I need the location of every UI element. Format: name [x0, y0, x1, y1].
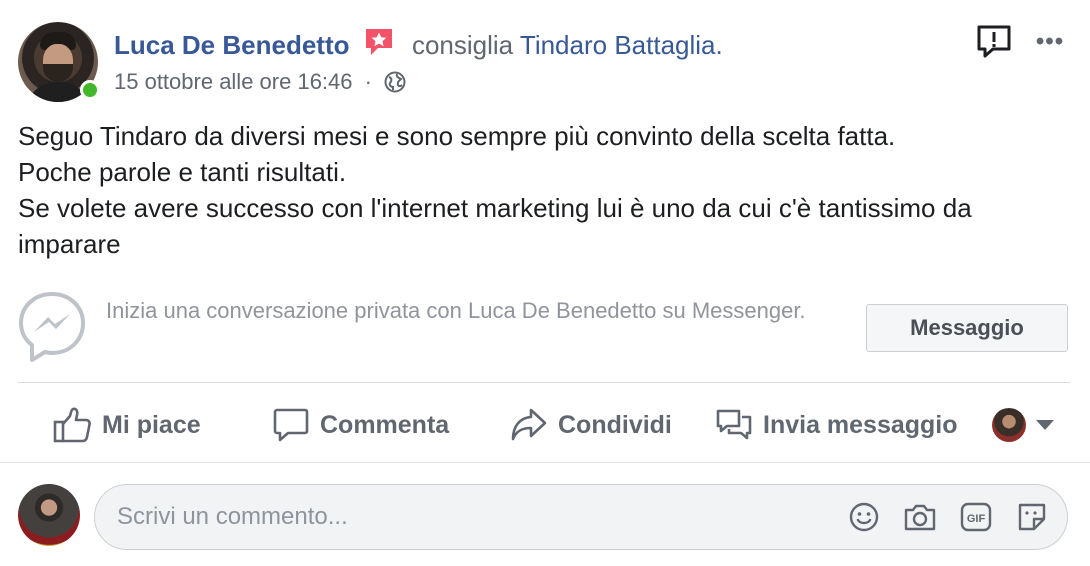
divider: [0, 462, 1090, 463]
post-timestamp[interactable]: 15 ottobre alle ore 16:46: [114, 69, 353, 94]
share-icon: [511, 408, 547, 441]
emoji-icon[interactable]: [847, 498, 881, 536]
viewer-avatar: [18, 484, 80, 546]
online-status-indicator: [80, 80, 100, 100]
post-line: Poche parole e tanti risultati.: [18, 157, 347, 187]
send-message-button[interactable]: Invia messaggio: [715, 396, 958, 454]
svg-text:GIF: GIF: [967, 513, 986, 525]
star-badge-icon: [363, 26, 395, 66]
composer-tools: GIF: [847, 498, 1049, 536]
messenger-prompt-text: Inizia una conversazione privata con Luc…: [106, 298, 806, 323]
camera-icon[interactable]: [903, 498, 937, 536]
thumbs-up-icon: [53, 407, 91, 443]
message-button[interactable]: Messaggio: [866, 304, 1068, 352]
chevron-down-icon: [1036, 420, 1054, 430]
like-label: Mi piace: [102, 410, 201, 439]
author-name-link[interactable]: Luca De Benedetto: [114, 30, 350, 60]
send-message-icon: [716, 409, 752, 440]
globe-icon[interactable]: [384, 71, 406, 100]
comment-composer: Scrivi un commento... GIF: [18, 484, 1070, 550]
comment-label: Commenta: [320, 410, 450, 439]
recommended-page-link[interactable]: Tindaro Battaglia.: [520, 30, 723, 60]
divider: [18, 382, 1070, 383]
post-title-line: Luca De Benedetto consiglia Tindaro Batt…: [114, 26, 723, 66]
like-button[interactable]: Mi piace: [52, 396, 201, 454]
messenger-prompt: Inizia una conversazione privata con Luc…: [18, 290, 1070, 382]
meta-separator: ·: [364, 69, 372, 94]
sticker-icon[interactable]: [1015, 498, 1049, 536]
share-label: Condividi: [558, 410, 672, 439]
actor-selector[interactable]: [992, 408, 1054, 442]
report-icon[interactable]: [974, 22, 1014, 62]
messenger-icon: [18, 290, 86, 364]
comment-placeholder: Scrivi un commento...: [117, 503, 348, 530]
action-bar: Mi piace Commenta Condividi Invia messag…: [0, 396, 1090, 454]
actor-avatar: [992, 408, 1026, 442]
more-options-icon[interactable]: •••: [1032, 22, 1068, 62]
gif-icon[interactable]: GIF: [959, 498, 993, 536]
header-actions: •••: [974, 22, 1068, 62]
comment-button[interactable]: Commenta: [272, 396, 449, 454]
post-line: Seguo Tindaro da diversi mesi e sono sem…: [18, 121, 896, 151]
send-message-label: Invia messaggio: [763, 410, 958, 439]
post-header: Luca De Benedetto consiglia Tindaro Batt…: [18, 22, 1078, 102]
comment-icon: [273, 408, 309, 442]
post-text: Seguo Tindaro da diversi mesi e sono sem…: [18, 118, 1068, 262]
share-button[interactable]: Condividi: [510, 396, 672, 454]
comment-input[interactable]: Scrivi un commento... GIF: [94, 484, 1068, 550]
recommend-verb: consiglia: [411, 30, 514, 60]
post-line: Se volete avere successo con l'internet …: [18, 193, 972, 259]
post-meta: 15 ottobre alle ore 16:46 ·: [114, 68, 406, 100]
